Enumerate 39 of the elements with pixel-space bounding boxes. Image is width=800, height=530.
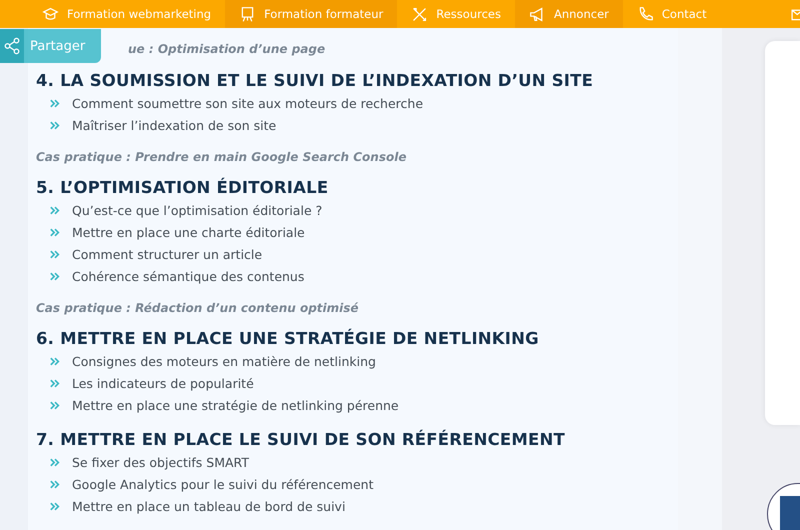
double-chevron-icon: [50, 272, 60, 280]
double-chevron-icon: [50, 228, 60, 236]
share-icon: [3, 37, 21, 55]
double-chevron-icon: [50, 378, 60, 388]
double-chevron-icon: [50, 480, 60, 488]
list-item-text: Les indicateurs de popularité: [72, 376, 254, 390]
list-item-text: Comment structurer un article: [72, 246, 262, 262]
double-chevron-icon: [50, 250, 60, 258]
share-button[interactable]: Partager: [0, 29, 101, 63]
nav-link[interactable]: Contact: [622, 0, 721, 28]
nav-link[interactable]: Ressources: [397, 0, 515, 28]
list-item-text: Mettre en place une stratégie de netlinking pérenne: [72, 398, 399, 412]
section-heading: 7. METTRE EN PLACE LE SUIVI DE SON RÉFÉRENCEMENT: [36, 430, 566, 449]
list-item-text: Qu’est-ce que l’optimisation éditoriale ?: [72, 202, 322, 218]
list-item-text: Mettre en place un tableau de bord de suivi: [72, 498, 346, 514]
case-study-text: Cas pratique : Rédaction d’un contenu optimisé: [36, 300, 360, 315]
section-heading: 4. LA SOUMISSION ET LE SUIVI DE L’INDEXATION D’UN SITE: [36, 71, 594, 90]
list-item-text: Mettre en place une charte éditoriale: [72, 224, 305, 240]
list-item-text: Maîtriser l’indexation de son site: [72, 118, 276, 132]
list-item-text: Consignes des moteurs en matière de netlinking: [72, 354, 376, 368]
list-item-text: Se fixer des objectifs SMART: [72, 454, 249, 470]
list-item-text: Comment soumettre son site aux moteurs de recherche: [72, 96, 424, 110]
double-chevron-icon: [50, 400, 60, 410]
section-heading: 6. METTRE EN PLACE UNE STRATÉGIE DE NETLINKING: [36, 329, 540, 348]
nav-link[interactable]: Formation formateur: [225, 0, 398, 28]
list-item-text: Google Analytics pour le suivi du référencement: [72, 476, 374, 492]
graduation-cap-icon: [42, 6, 59, 22]
double-chevron-icon: [50, 502, 60, 510]
case-study-text: ue : Optimisation d’une page: [128, 42, 326, 56]
nav-link[interactable]: Annoncer: [514, 0, 623, 28]
nav-link[interactable]: Formation webmarketing: [28, 0, 226, 28]
double-chevron-icon: [50, 120, 60, 130]
double-chevron-icon: [50, 98, 60, 108]
double-chevron-icon: [50, 356, 60, 366]
double-chevron-icon: [50, 206, 60, 214]
list-item-text: Cohérence sémantique des contenus: [72, 268, 304, 284]
double-chevron-icon: [50, 458, 60, 466]
case-study-text: Cas pratique : Prendre en main Google Search Console: [36, 149, 408, 164]
section-heading: 5. L’OPTIMISATION ÉDITORIALE: [36, 178, 330, 197]
